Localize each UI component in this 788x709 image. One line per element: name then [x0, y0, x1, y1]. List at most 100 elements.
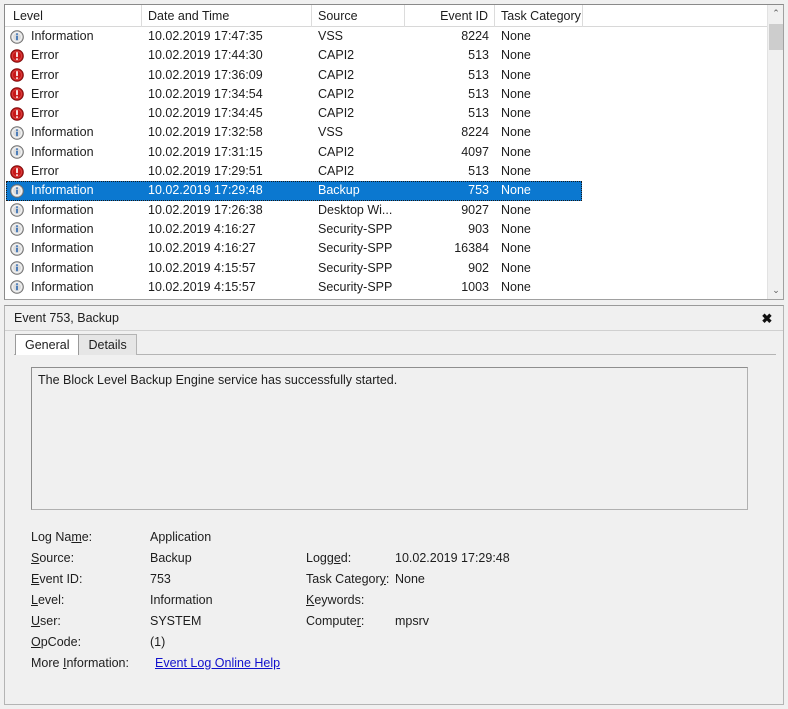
metadata-label: Log Name:: [31, 530, 93, 544]
metadata-row: Log Name: Application: [31, 527, 761, 548]
column-header-source[interactable]: Source: [312, 5, 405, 27]
cell-eventid: 16384: [454, 241, 489, 256]
cell-eventid: 903: [468, 221, 489, 236]
metadata-label: OpCode:: [31, 635, 82, 649]
cell-eventid: 513: [468, 86, 489, 101]
event-log-online-help-link[interactable]: Event Log Online Help: [155, 653, 280, 674]
more-information-row: More Information: Event Log Online Help: [31, 653, 761, 674]
metadata-value-secondary: None: [395, 572, 425, 586]
metadata-label: User:: [31, 614, 61, 628]
table-row[interactable]: Error 10.02.2019 17:36:09 CAPI2 513 None: [5, 66, 767, 85]
event-detail-pane: Event 753, Backup ✖ General Details The B…: [4, 305, 784, 705]
cell-category: None: [501, 279, 531, 294]
table-row[interactable]: Information 10.02.2019 4:15:57 Security-SP…: [5, 278, 767, 297]
cell-eventid: 9027: [461, 202, 489, 217]
column-header-datetime[interactable]: Date and Time: [142, 5, 312, 27]
cell-datetime: 10.02.2019 17:26:38: [148, 202, 263, 217]
table-row[interactable]: Information 10.02.2019 4:16:27 Security-SP…: [5, 239, 767, 258]
cell-source: Security-SPP: [318, 279, 393, 294]
cell-source: VSS: [318, 125, 344, 140]
cell-level: Error: [31, 106, 59, 121]
column-header-eventid[interactable]: Event ID: [405, 5, 495, 27]
cell-category: None: [501, 164, 531, 179]
scrollbar-thumb[interactable]: [769, 24, 783, 50]
cell-source: CAPI2: [318, 164, 355, 179]
cell-datetime: 10.02.2019 17:34:45: [148, 106, 263, 121]
cell-category: None: [501, 106, 531, 121]
cell-level: Information: [31, 279, 94, 294]
table-row[interactable]: Error 10.02.2019 17:34:45 CAPI2 513 None: [5, 104, 767, 123]
cell-category: None: [501, 241, 531, 256]
table-row[interactable]: Error 10.02.2019 17:29:51 CAPI2 513 None: [5, 162, 767, 181]
cell-datetime: 10.02.2019 4:15:57: [148, 260, 256, 275]
cell-source: Desktop Wi...: [318, 202, 393, 217]
cell-datetime: 10.02.2019 4:15:57: [148, 279, 256, 294]
close-icon[interactable]: ✖: [757, 309, 777, 328]
tab-details[interactable]: Details: [78, 334, 137, 355]
metadata-row: OpCode: (1): [31, 632, 761, 653]
cell-level: Information: [31, 29, 94, 43]
table-row[interactable]: Information 10.02.2019 17:32:58 VSS 8224 Non…: [5, 123, 767, 142]
scroll-down-arrow-icon[interactable]: ⌄: [768, 282, 783, 299]
metadata-label: Source:: [31, 551, 75, 565]
detail-title-bar: Event 753, Backup ✖: [5, 306, 783, 331]
cell-level: Information: [31, 241, 94, 256]
cell-category: None: [501, 183, 531, 198]
cell-eventid: 513: [468, 164, 489, 179]
event-list-header: Level Date and Time Source Event ID Task Cat…: [5, 5, 767, 27]
metadata-value: Information: [150, 593, 213, 607]
cell-source: CAPI2: [318, 144, 355, 159]
metadata-row: Level: Information Keywords:: [31, 590, 761, 611]
table-row[interactable]: Error 10.02.2019 17:44:30 CAPI2 513 None: [5, 46, 767, 65]
cell-category: None: [501, 67, 531, 82]
event-message-box[interactable]: The Block Level Backup Engine service ha…: [31, 367, 748, 510]
metadata-label-secondary: Computer:: [306, 614, 365, 628]
column-header-category[interactable]: Task Category: [495, 5, 583, 27]
cell-eventid: 1003: [461, 279, 489, 294]
detail-tabstrip: General Details: [15, 334, 137, 355]
table-row[interactable]: Error 10.02.2019 17:34:54 CAPI2 513 None: [5, 85, 767, 104]
table-row[interactable]: Information 10.02.2019 17:29:48 Backup 753 N…: [5, 181, 767, 201]
cell-category: None: [501, 144, 531, 159]
cell-level: Information: [31, 221, 94, 236]
cell-eventid: 753: [468, 183, 489, 198]
table-row[interactable]: Information 10.02.2019 4:15:57 Security-SP…: [5, 259, 767, 278]
metadata-value-secondary: mpsrv: [395, 614, 430, 628]
metadata-value: 753: [150, 572, 171, 586]
table-row[interactable]: Information 10.02.2019 17:26:38 Desktop Wi…: [5, 201, 767, 220]
metadata-label-secondary: Task Category:: [306, 572, 390, 586]
cell-source: Security-SPP: [318, 221, 393, 236]
detail-tab-panel: The Block Level Backup Engine service ha…: [14, 354, 776, 696]
cell-datetime: 10.02.2019 17:31:15: [148, 144, 263, 159]
cell-source: Security-SPP: [318, 260, 393, 275]
cell-level: Information: [31, 144, 94, 159]
cell-datetime: 10.02.2019 17:34:54: [148, 86, 263, 101]
table-row[interactable]: Information 10.02.2019 4:16:27 Security-SP…: [5, 220, 767, 239]
metadata-row: Source: Backup Logged: 10.02.2019 17:29:48: [31, 548, 761, 569]
cell-source: CAPI2: [318, 86, 355, 101]
table-row[interactable]: Information 10.02.2019 17:31:15 CAPI2 4097 N…: [5, 143, 767, 162]
cell-datetime: 10.02.2019 17:44:30: [148, 48, 263, 63]
detail-title: Event 753, Backup: [14, 311, 119, 325]
cell-eventid: 8224: [461, 125, 489, 140]
cell-category: None: [501, 260, 531, 275]
more-information-label: More Information:: [31, 656, 129, 670]
tab-general[interactable]: General: [15, 334, 80, 355]
cell-datetime: 10.02.2019 17:29:51: [148, 164, 263, 179]
cell-source: CAPI2: [318, 67, 355, 82]
cell-eventid: 4097: [461, 144, 489, 159]
metadata-value: SYSTEM: [150, 614, 202, 628]
cell-category: None: [501, 86, 531, 101]
cell-datetime: 10.02.2019 17:47:35: [148, 29, 263, 43]
event-list-body[interactable]: Information 10.02.2019 17:47:35 VSS 8224 Non…: [5, 27, 767, 299]
metadata-value: Backup: [150, 551, 192, 565]
column-header-level[interactable]: Level: [7, 5, 142, 27]
metadata-label-secondary: Logged:: [306, 551, 352, 565]
cell-level: Information: [31, 183, 94, 198]
cell-level: Information: [31, 260, 94, 275]
event-viewer-window: Level Date and Time Source Event ID Task Cat…: [0, 0, 788, 709]
table-row[interactable]: Information 10.02.2019 17:47:35 VSS 8224 Non…: [5, 27, 767, 46]
metadata-value: Application: [150, 530, 212, 544]
event-list-scrollbar[interactable]: ⌃ ⌄: [767, 5, 783, 299]
scroll-up-arrow-icon[interactable]: ⌃: [768, 5, 783, 22]
